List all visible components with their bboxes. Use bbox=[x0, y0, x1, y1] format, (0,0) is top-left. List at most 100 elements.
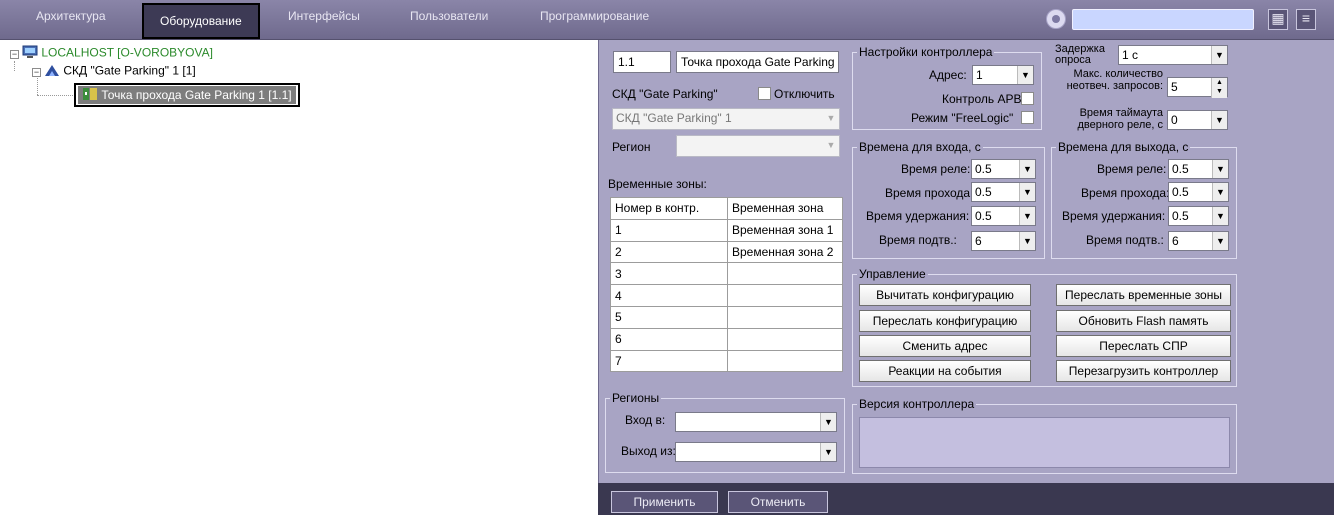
entry-confirm-value: 6 bbox=[975, 234, 982, 248]
computer-icon bbox=[22, 45, 38, 62]
disable-checkbox[interactable] bbox=[758, 87, 771, 100]
panel-footer: Применить Отменить bbox=[598, 483, 1334, 515]
controller-version-field bbox=[859, 417, 1230, 468]
tree-node-skd[interactable]: СКД "Gate Parking" 1 [1] bbox=[44, 63, 196, 80]
send-spr-button[interactable]: Переслать СПР bbox=[1056, 335, 1231, 357]
table-row[interactable]: 4 bbox=[610, 284, 843, 307]
exit-region-select[interactable]: ▼ bbox=[675, 442, 837, 462]
exit-confirm-select[interactable]: 6 ▼ bbox=[1168, 231, 1229, 251]
tab-programming[interactable]: Программирование bbox=[540, 9, 649, 23]
access-point-icon bbox=[82, 87, 98, 105]
send-timezones-button[interactable]: Переслать временные зоны bbox=[1056, 284, 1231, 306]
settings-gear-icon[interactable] bbox=[1046, 9, 1066, 29]
event-reactions-button[interactable]: Реакции на события bbox=[859, 360, 1031, 382]
entry-region-select[interactable]: ▼ bbox=[675, 412, 837, 432]
table-cell[interactable] bbox=[727, 262, 843, 286]
update-flash-button[interactable]: Обновить Flash память bbox=[1056, 310, 1231, 332]
tab-interfaces[interactable]: Интерфейсы bbox=[288, 9, 360, 23]
entry-relay-label: Время реле: bbox=[901, 162, 971, 176]
max-requests-stepper[interactable]: 5 ▲ ▼ bbox=[1167, 77, 1228, 98]
entry-pass-select[interactable]: 0.5 ▼ bbox=[971, 182, 1036, 202]
polling-delay-value: 1 с bbox=[1122, 48, 1139, 62]
entry-hold-select[interactable]: 0.5 ▼ bbox=[971, 206, 1036, 226]
name-field[interactable]: Точка прохода Gate Parking 1 bbox=[676, 51, 839, 73]
door-relay-timeout-label: Время таймаута дверного реле, с bbox=[1077, 107, 1163, 131]
exit-relay-value: 0.5 bbox=[1172, 162, 1189, 176]
door-relay-timeout-select[interactable]: 0 ▼ bbox=[1167, 110, 1228, 130]
apply-button[interactable]: Применить bbox=[611, 491, 718, 513]
tab-architecture[interactable]: Архитектура bbox=[36, 9, 106, 23]
table-row[interactable]: 3 bbox=[610, 262, 843, 286]
table-row[interactable]: 1 Временная зона 1 bbox=[610, 218, 843, 242]
exit-hold-select[interactable]: 0.5 ▼ bbox=[1168, 206, 1229, 226]
tree-node-skd-label: СКД "Gate Parking" 1 [1] bbox=[63, 63, 196, 78]
entry-confirm-label: Время подтв.: bbox=[879, 233, 957, 247]
top-navigation-bar: Архитектура Оборудование Интерфейсы Поль… bbox=[0, 0, 1334, 40]
exit-confirm-value: 6 bbox=[1172, 234, 1179, 248]
region-select[interactable]: ▼ bbox=[676, 135, 840, 157]
spin-arrows-icon[interactable]: ▲ ▼ bbox=[1211, 78, 1227, 98]
parent-device-value: СКД "Gate Parking" 1 bbox=[616, 111, 732, 125]
menu-icon[interactable]: ≡ bbox=[1296, 9, 1316, 30]
chevron-down-icon: ▼ bbox=[1019, 160, 1035, 178]
table-cell[interactable] bbox=[727, 349, 843, 373]
table-cell: 4 bbox=[610, 284, 728, 307]
table-cell[interactable]: Временная зона 1 bbox=[727, 218, 843, 242]
send-config-button[interactable]: Переслать конфигурацию bbox=[859, 310, 1031, 332]
table-header: Временная зона bbox=[727, 197, 843, 220]
tree-node-localhost[interactable]: LOCALHOST [O-VOROBYOVA] bbox=[22, 45, 213, 62]
table-cell[interactable] bbox=[727, 327, 843, 351]
parent-device-select[interactable]: СКД "Gate Parking" 1 ▼ bbox=[612, 108, 840, 130]
address-select[interactable]: 1 ▼ bbox=[972, 65, 1034, 85]
chevron-down-icon: ▼ bbox=[823, 109, 839, 129]
search-input[interactable] bbox=[1072, 9, 1254, 30]
controller-settings-caption: Настройки контроллера bbox=[857, 45, 995, 59]
polling-delay-select[interactable]: 1 с ▼ bbox=[1118, 45, 1228, 65]
table-cell[interactable] bbox=[727, 305, 843, 329]
table-header: Номер в контр. bbox=[610, 197, 728, 220]
chevron-down-icon: ▼ bbox=[1019, 207, 1035, 225]
door-relay-timeout-value: 0 bbox=[1171, 113, 1178, 127]
apb-label: Контроль APB bbox=[942, 92, 1022, 106]
id-field[interactable]: 1.1 bbox=[613, 51, 671, 73]
exit-pass-label: Время прохода: bbox=[1081, 186, 1170, 200]
freelogic-checkbox[interactable] bbox=[1021, 111, 1034, 124]
change-address-button[interactable]: Сменить адрес bbox=[859, 335, 1031, 357]
tab-equipment[interactable]: Оборудование bbox=[142, 3, 260, 39]
table-row[interactable]: 7 bbox=[610, 349, 843, 373]
table-cell: 6 bbox=[610, 327, 728, 351]
table-row[interactable]: 5 bbox=[610, 305, 843, 329]
chevron-down-icon: ▼ bbox=[1212, 207, 1228, 225]
address-label: Адрес: bbox=[929, 68, 967, 82]
tree-node-access-point[interactable]: Точка прохода Gate Parking 1 [1.1] bbox=[74, 83, 300, 107]
grid-view-icon[interactable]: ▦ bbox=[1268, 9, 1288, 30]
table-cell: 2 bbox=[610, 240, 728, 264]
exit-hold-value: 0.5 bbox=[1172, 209, 1189, 223]
exit-relay-select[interactable]: 0.5 ▼ bbox=[1168, 159, 1229, 179]
chevron-down-icon: ▼ bbox=[1211, 46, 1227, 64]
exit-pass-value: 0.5 bbox=[1172, 185, 1189, 199]
table-cell: 3 bbox=[610, 262, 728, 286]
entry-confirm-select[interactable]: 6 ▼ bbox=[971, 231, 1036, 251]
collapse-toggle-icon[interactable]: − bbox=[32, 68, 41, 77]
table-header-row: Номер в контр. Временная зона bbox=[610, 197, 843, 220]
chevron-down-icon: ▼ bbox=[1212, 183, 1228, 201]
chevron-down-icon: ▼ bbox=[1212, 232, 1228, 250]
tab-users[interactable]: Пользователи bbox=[410, 9, 488, 23]
read-config-button[interactable]: Вычитать конфигурацию bbox=[859, 284, 1031, 306]
entry-hold-value: 0.5 bbox=[975, 209, 992, 223]
chevron-down-icon: ▼ bbox=[1017, 66, 1033, 84]
table-cell[interactable]: Временная зона 2 bbox=[727, 240, 843, 264]
table-row[interactable]: 6 bbox=[610, 327, 843, 351]
table-row[interactable]: 2 Временная зона 2 bbox=[610, 240, 843, 264]
table-cell[interactable] bbox=[727, 284, 843, 307]
entry-relay-select[interactable]: 0.5 ▼ bbox=[971, 159, 1036, 179]
exit-pass-select[interactable]: 0.5 ▼ bbox=[1168, 182, 1229, 202]
cancel-button[interactable]: Отменить bbox=[728, 491, 828, 513]
collapse-toggle-icon[interactable]: − bbox=[10, 50, 19, 59]
freelogic-label: Режим "FreeLogic" bbox=[911, 111, 1014, 125]
exit-confirm-label: Время подтв.: bbox=[1086, 233, 1164, 247]
reboot-controller-button[interactable]: Перезагрузить контроллер bbox=[1056, 360, 1231, 382]
tree-node-access-point-label: Точка прохода Gate Parking 1 [1.1] bbox=[101, 88, 292, 103]
apb-checkbox[interactable] bbox=[1021, 92, 1034, 105]
